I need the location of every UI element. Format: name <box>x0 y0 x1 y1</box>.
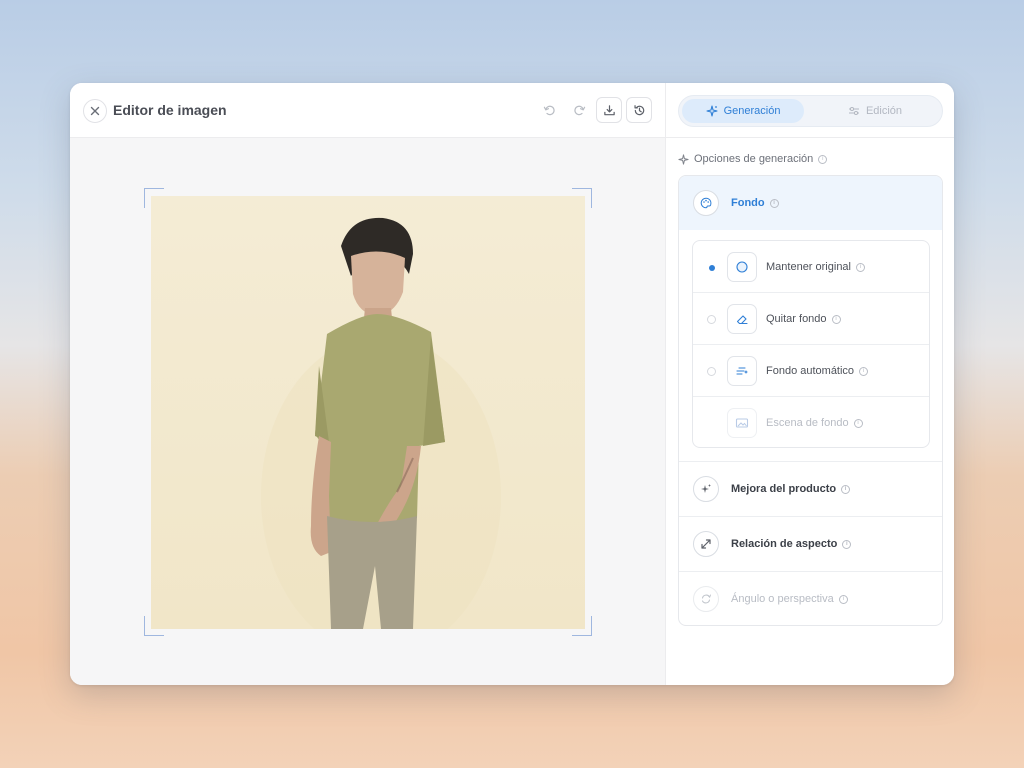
rotate-icon-wrap <box>693 586 719 612</box>
palette-icon-wrap <box>693 190 719 216</box>
option-label: Escena de fondo i <box>766 417 863 429</box>
tab-generacion-label: Generación <box>723 105 781 117</box>
options-header: Generación Edición <box>666 83 954 138</box>
info-icon[interactable]: i <box>842 539 852 549</box>
history-icon <box>633 104 644 115</box>
info-icon[interactable]: i <box>818 154 828 164</box>
sparkle-icon <box>678 153 689 165</box>
info-icon: i <box>853 418 863 428</box>
fondo-options-list: Mantener original i Quitar fondo i Fondo… <box>692 240 930 448</box>
undo-button[interactable] <box>536 97 562 123</box>
row-relacion-de-aspecto[interactable]: Relación de aspecto i <box>679 516 942 571</box>
download-icon <box>603 104 615 115</box>
close-icon <box>90 106 100 116</box>
page-title: Editor de imagen <box>113 102 227 118</box>
radio-selected[interactable] <box>707 263 716 272</box>
option-label-text: Quitar fondo <box>766 313 827 325</box>
tab-edicion-label: Edición <box>865 105 903 117</box>
image-crop-frame[interactable] <box>144 188 592 636</box>
info-icon[interactable]: i <box>831 314 841 324</box>
option-label-text: Escena de fondo <box>766 417 849 429</box>
option-label: Fondo automático i <box>766 365 869 377</box>
option-escena-de-fondo: Escena de fondo i <box>693 397 929 449</box>
radio-unselected[interactable] <box>707 367 716 376</box>
option-label-text: Fondo automático <box>766 365 855 377</box>
sparkle-icon <box>706 105 718 117</box>
info-icon[interactable]: i <box>769 198 779 208</box>
row-angulo-o-perspectiva: Ángulo o perspectiva i <box>679 571 942 625</box>
option-mantener-original[interactable]: Mantener original i <box>693 241 929 293</box>
magic-wand-icon-wrap <box>727 356 757 386</box>
options-pane: Generación Edición Opciones de generació… <box>666 83 954 685</box>
circle-icon <box>736 261 748 273</box>
tab-generacion[interactable]: Generación <box>682 99 804 123</box>
image-icon-wrap <box>727 408 757 438</box>
row-label-text: Mejora del producto <box>731 483 837 495</box>
history-button[interactable] <box>626 97 652 123</box>
row-label-text: Relación de aspecto <box>731 538 838 550</box>
option-label-text: Mantener original <box>766 261 851 273</box>
row-label: Ángulo o perspectiva i <box>731 593 848 605</box>
model-figure-image <box>261 217 501 629</box>
editor-header: Editor de imagen <box>70 83 665 138</box>
redo-icon <box>573 105 585 115</box>
eraser-icon-wrap <box>727 304 757 334</box>
sparkles-icon-wrap <box>693 476 719 502</box>
palette-icon <box>700 197 712 209</box>
generation-options-panel: Fondo i Mantener original i Quitar fondo… <box>678 175 943 626</box>
image-icon <box>735 418 749 428</box>
info-icon[interactable]: i <box>856 262 865 272</box>
row-mejora-del-producto[interactable]: Mejora del producto i <box>679 461 942 516</box>
product-photo <box>151 196 585 629</box>
option-label: Quitar fondo i <box>766 313 841 325</box>
fondo-label-text: Fondo <box>731 197 765 209</box>
info-icon[interactable]: i <box>841 484 851 494</box>
generation-options-heading: Opciones de generación i <box>678 153 828 165</box>
option-label: Mantener original i <box>766 261 865 273</box>
row-label: Relación de aspecto i <box>731 538 852 550</box>
eraser-icon <box>736 315 748 325</box>
option-quitar-fondo[interactable]: Quitar fondo i <box>693 293 929 345</box>
fondo-accordion-header[interactable]: Fondo i <box>679 176 942 230</box>
magic-wand-icon <box>736 367 748 375</box>
circle-icon-wrap <box>727 252 757 282</box>
resize-icon-wrap <box>693 531 719 557</box>
undo-icon <box>543 105 555 115</box>
canvas-pane: Editor de imagen <box>70 83 665 685</box>
download-button[interactable] <box>596 97 622 123</box>
fondo-label: Fondo i <box>731 197 779 209</box>
radio-unselected[interactable] <box>707 315 716 324</box>
image-editor-window: Editor de imagen Generación Edición Opci… <box>70 83 954 685</box>
sliders-icon <box>848 106 859 116</box>
info-icon: i <box>838 594 848 604</box>
section-title-text: Opciones de generación <box>694 153 814 165</box>
info-icon[interactable]: i <box>859 366 869 376</box>
row-label: Mejora del producto i <box>731 483 851 495</box>
sparkles-icon <box>701 484 711 493</box>
redo-button[interactable] <box>566 97 592 123</box>
row-label-text: Ángulo o perspectiva <box>731 593 834 605</box>
rotate-icon <box>701 594 711 604</box>
tab-edicion[interactable]: Edición <box>814 99 936 123</box>
close-button[interactable] <box>83 99 107 123</box>
resize-icon <box>701 539 711 549</box>
mode-tabs: Generación Edición <box>678 95 943 127</box>
option-fondo-automatico[interactable]: Fondo automático i <box>693 345 929 397</box>
